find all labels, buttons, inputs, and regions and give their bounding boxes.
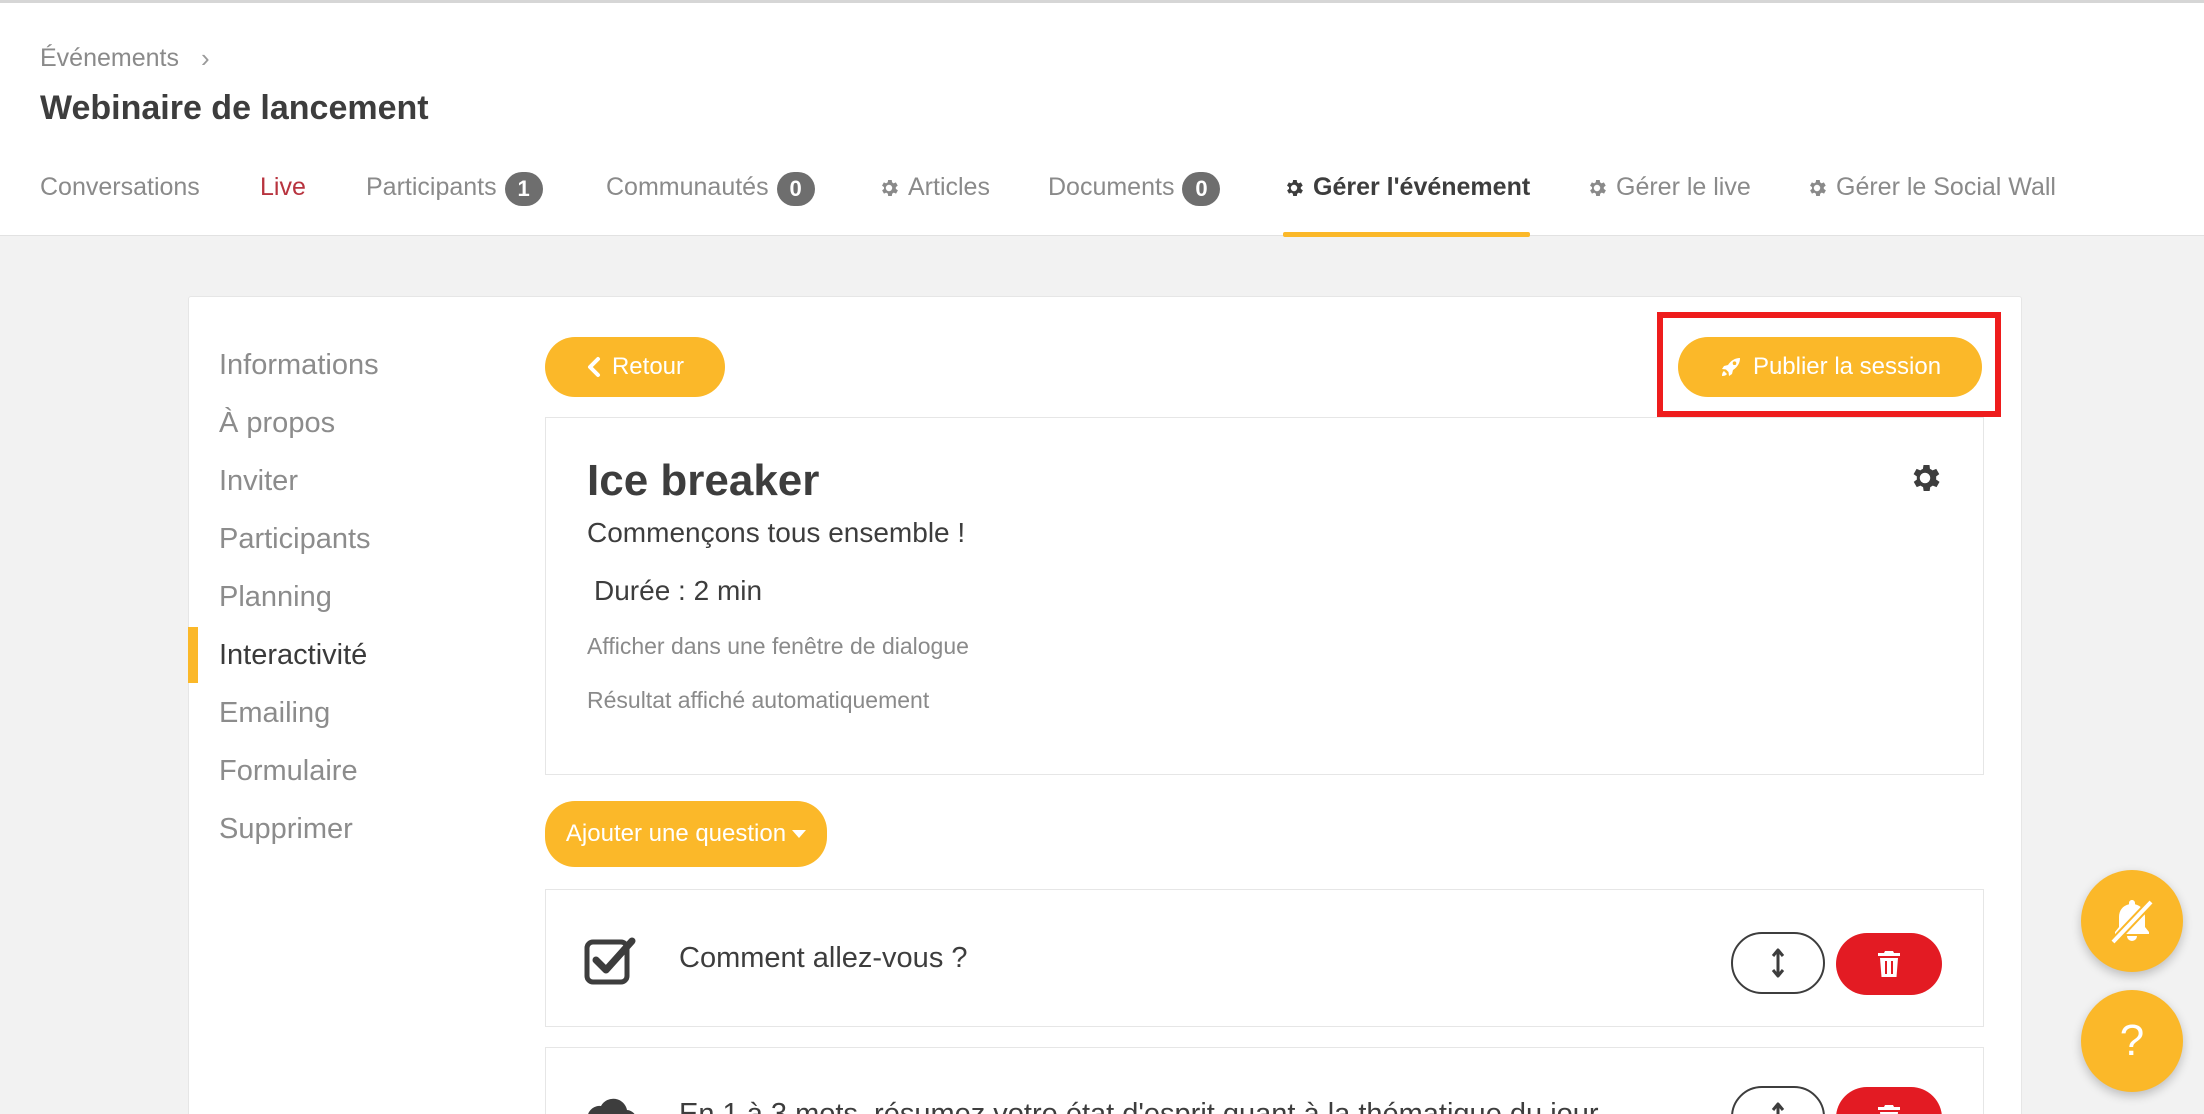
- sidebar-item-a-propos[interactable]: À propos: [219, 407, 335, 440]
- sidebar-item-inviter[interactable]: Inviter: [219, 465, 298, 498]
- gear-icon: [1287, 180, 1303, 196]
- sidebar-item-supprimer[interactable]: Supprimer: [219, 813, 353, 846]
- main-card: Informations À propos Inviter Participan…: [188, 296, 2022, 1114]
- help-question-icon: ?: [2119, 1016, 2145, 1065]
- word-cloud-icon: [588, 1098, 635, 1114]
- chevron-left-icon: [587, 357, 600, 377]
- gear-icon: [1590, 180, 1606, 196]
- checkbox-icon: [584, 937, 636, 985]
- question-item: En 1 à 3 mots, résumez votre état d'espr…: [545, 1047, 1984, 1114]
- tab-gerer-evenement[interactable]: Gérer l'événement: [1283, 153, 1531, 239]
- count-badge: 0: [776, 172, 815, 206]
- active-tab-indicator: [1283, 232, 1531, 237]
- sidebar-item-emailing[interactable]: Emailing: [219, 697, 330, 730]
- sidebar-item-participants[interactable]: Participants: [219, 523, 371, 556]
- chevron-right-icon: ›: [200, 43, 210, 73]
- delete-question-button[interactable]: [1836, 933, 1942, 995]
- reorder-button[interactable]: [1731, 1086, 1825, 1114]
- breadcrumb-events-link[interactable]: Événements: [40, 44, 179, 73]
- add-question-dropdown[interactable]: Ajouter une question: [545, 801, 827, 867]
- tab-live[interactable]: Live: [260, 153, 306, 239]
- sidebar-item-interactivite[interactable]: Interactivité: [219, 639, 367, 672]
- back-button[interactable]: Retour: [545, 337, 725, 397]
- tab-participants[interactable]: Participants 1: [366, 153, 543, 239]
- arrows-vertical-icon: [1771, 1102, 1785, 1114]
- sidebar-item-formulaire[interactable]: Formulaire: [219, 755, 358, 788]
- tab-gerer-social-wall[interactable]: Gérer le Social Wall: [1806, 153, 2056, 239]
- publish-session-button[interactable]: Publier la session: [1678, 337, 1982, 397]
- session-duration: Durée : 2 min: [594, 575, 763, 606]
- gear-icon: [1810, 180, 1826, 196]
- notifications-toggle-button[interactable]: [2081, 870, 2183, 972]
- question-item: Comment allez-vous ?: [545, 889, 1984, 1027]
- rocket-icon: [1721, 358, 1740, 376]
- session-title: Ice breaker: [587, 456, 820, 505]
- count-badge: 0: [1182, 172, 1221, 206]
- tab-communautes[interactable]: Communautés 0: [606, 153, 815, 239]
- question-text: En 1 à 3 mots, résumez votre état d'espr…: [679, 1098, 1599, 1114]
- sidebar-item-informations[interactable]: Informations: [219, 349, 379, 382]
- reorder-button[interactable]: [1731, 932, 1825, 994]
- sidebar-active-indicator: [188, 627, 198, 683]
- question-text: Comment allez-vous ?: [679, 942, 968, 974]
- delete-question-button[interactable]: [1836, 1087, 1942, 1114]
- session-option-dialog: Afficher dans une fenêtre de dialogue: [587, 633, 969, 659]
- count-badge: 1: [504, 172, 543, 206]
- tab-documents[interactable]: Documents 0: [1048, 153, 1221, 239]
- sidebar-item-planning[interactable]: Planning: [219, 581, 332, 614]
- help-button[interactable]: ?: [2081, 990, 2183, 1092]
- trash-icon: [1878, 951, 1900, 977]
- tab-articles[interactable]: Articles: [878, 153, 990, 239]
- bell-slash-icon: [2110, 899, 2154, 945]
- session-option-result: Résultat affiché automatiquement: [587, 687, 930, 713]
- breadcrumb: Événements ›: [40, 43, 210, 74]
- tab-conversations[interactable]: Conversations: [40, 153, 200, 239]
- arrows-vertical-icon: [1771, 948, 1785, 978]
- page-header: Événements › Webinaire de lancement Conv…: [0, 0, 2204, 239]
- caret-down-icon: [792, 830, 807, 838]
- trash-icon: [1878, 1105, 1900, 1114]
- gear-icon: [882, 180, 898, 196]
- session-settings-gear-icon[interactable]: [1907, 460, 1943, 496]
- tab-gerer-live[interactable]: Gérer le live: [1586, 153, 1751, 239]
- page-title: Webinaire de lancement: [40, 89, 429, 127]
- tab-bar: Conversations Live Participants 1 Commun…: [0, 153, 2204, 239]
- session-description: Commençons tous ensemble !: [587, 517, 966, 548]
- session-details: Ice breaker Commençons tous ensemble ! D…: [545, 417, 1984, 775]
